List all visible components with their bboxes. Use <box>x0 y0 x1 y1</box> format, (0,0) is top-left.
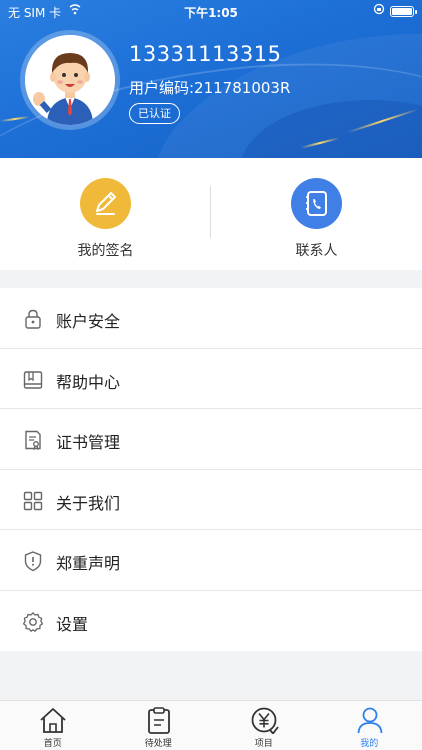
tab-projects[interactable]: 项目 <box>211 701 317 750</box>
tab-pending[interactable]: 待处理 <box>106 701 212 750</box>
certificate-icon <box>22 429 44 451</box>
menu-item-certificate-management[interactable]: 证书管理 <box>0 409 422 470</box>
yuan-icon <box>251 707 279 734</box>
tab-label: 待处理 <box>144 739 172 749</box>
tab-mine[interactable]: 我的 <box>317 701 422 750</box>
status-bar: 无 SIM 卡 下午1:05 <box>0 0 422 22</box>
avatar[interactable] <box>25 35 115 125</box>
tab-label: 项目 <box>254 739 273 749</box>
home-icon <box>40 708 66 733</box>
my-signature-label: 我的签名 <box>77 243 134 259</box>
tab-home[interactable]: 首页 <box>0 701 106 750</box>
gear-icon <box>22 611 44 633</box>
profile-header: 无 SIM 卡 下午1:05 13331113315 用户编码:21178100… <box>0 0 422 158</box>
quick-actions: 我的签名 联系人 <box>0 158 422 270</box>
book-icon <box>22 369 44 391</box>
settings-menu: 账户安全 帮助中心 证书管理 关于我们 郑重声明 设置 <box>0 288 422 651</box>
contacts-label: 联系人 <box>295 243 338 259</box>
bottom-tab-bar: 首页 待处理 项目 我的 <box>0 700 422 750</box>
menu-item-label: 关于我们 <box>56 493 121 513</box>
menu-item-label: 账户安全 <box>56 312 121 331</box>
menu-item-about-us[interactable]: 关于我们 <box>0 470 422 530</box>
phone-book-icon <box>291 178 342 229</box>
menu-item-label: 郑重声明 <box>56 554 121 573</box>
shield-icon <box>22 550 44 572</box>
verified-badge: 已认证 <box>129 103 180 124</box>
menu-item-label: 帮助中心 <box>56 372 121 392</box>
user-icon <box>357 707 382 734</box>
my-signature-button[interactable]: 我的签名 <box>0 158 211 270</box>
contacts-button[interactable]: 联系人 <box>211 158 422 270</box>
avatar-ring[interactable] <box>20 30 120 130</box>
user-phone: 13331113315 <box>129 42 282 66</box>
menu-item-label: 设置 <box>56 614 89 634</box>
user-code: 用户编码:211781003R <box>129 79 291 97</box>
menu-item-settings[interactable]: 设置 <box>0 591 422 652</box>
battery-icon <box>390 6 417 17</box>
tab-label: 我的 <box>360 739 379 749</box>
menu-item-statement[interactable]: 郑重声明 <box>0 530 422 591</box>
tab-label: 首页 <box>43 739 62 749</box>
menu-item-label: 证书管理 <box>56 433 121 452</box>
profile-page: 无 SIM 卡 下午1:05 13331113315 用户编码:21178100… <box>0 0 422 750</box>
pen-icon <box>80 178 131 229</box>
clock: 下午1:05 <box>184 6 238 20</box>
menu-item-account-security[interactable]: 账户安全 <box>0 288 422 349</box>
rotation-lock-icon <box>373 3 385 18</box>
clipboard-icon <box>147 707 170 734</box>
menu-item-help-center[interactable]: 帮助中心 <box>0 349 422 409</box>
grid-icon <box>22 490 44 512</box>
lock-icon <box>22 308 44 330</box>
avatar-illustration <box>25 35 115 125</box>
